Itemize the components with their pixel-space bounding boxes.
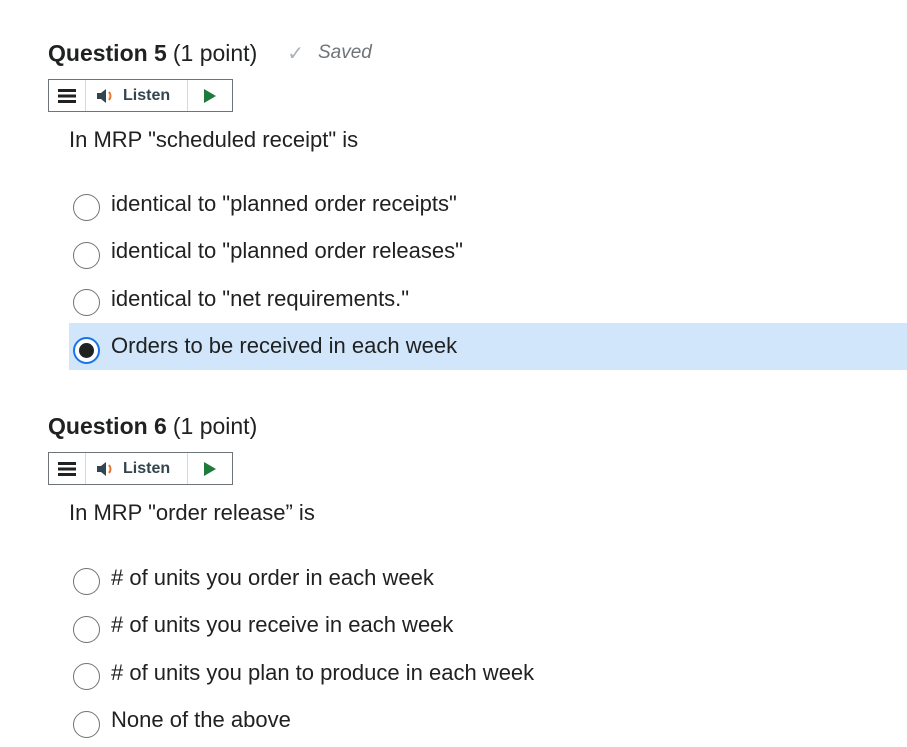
- answer-label: # of units you order in each week: [111, 564, 434, 590]
- answer-option-selected[interactable]: Orders to be received in each week: [69, 322, 907, 370]
- radio-button[interactable]: [73, 663, 100, 691]
- listen-label: Listen: [123, 86, 171, 104]
- play-button[interactable]: [188, 80, 232, 111]
- answer-options: identical to "planned order receipts" id…: [69, 180, 907, 370]
- answer-options: # of units you order in each week # of u…: [69, 554, 907, 744]
- speaker-icon: [97, 461, 112, 476]
- answer-option[interactable]: identical to "net requirements.": [69, 275, 907, 323]
- question-label: Question 5: [48, 39, 167, 66]
- question-points: (1 point): [172, 412, 258, 439]
- radio-button[interactable]: [73, 194, 100, 222]
- speaker-icon: [97, 88, 112, 103]
- answer-label: None of the above: [111, 707, 291, 733]
- answer-option[interactable]: # of units you order in each week: [69, 554, 907, 602]
- answer-label: # of units you plan to produce in each w…: [111, 659, 535, 685]
- hamburger-icon: [58, 461, 76, 476]
- listen-toolbar: Listen: [48, 79, 233, 112]
- saved-label: Saved: [318, 42, 372, 63]
- radio-button[interactable]: [73, 568, 100, 596]
- radio-button[interactable]: [73, 710, 100, 738]
- answer-option[interactable]: None of the above: [69, 697, 907, 745]
- question-header: Question 6 (1 point): [48, 410, 257, 442]
- answer-label: identical to "planned order receipts": [111, 190, 457, 216]
- question-text: In MRP "scheduled receipt" is: [69, 127, 359, 152]
- question-header: Question 5 (1 point) ✓ Saved: [48, 37, 372, 69]
- radio-dot: [79, 342, 94, 358]
- answer-option[interactable]: identical to "planned order receipts": [69, 180, 907, 228]
- radio-button[interactable]: [73, 241, 100, 269]
- listen-toolbar: Listen: [48, 452, 233, 485]
- radio-button[interactable]: [73, 615, 100, 643]
- play-icon: [204, 88, 216, 103]
- radio-button[interactable]: [73, 289, 100, 317]
- play-button[interactable]: [188, 453, 232, 484]
- listen-button[interactable]: Listen: [86, 80, 188, 111]
- question-text: In MRP "order release” is: [69, 500, 315, 525]
- checkmark-icon: ✓: [287, 42, 304, 65]
- answer-option[interactable]: identical to "planned order releases": [69, 228, 907, 276]
- menu-button[interactable]: [49, 80, 86, 111]
- answer-option[interactable]: # of units you plan to produce in each w…: [69, 649, 907, 697]
- saved-status: ✓ Saved: [287, 41, 372, 66]
- hamburger-icon: [58, 88, 76, 103]
- answer-label: # of units you receive in each week: [111, 612, 454, 638]
- answer-option[interactable]: # of units you receive in each week: [69, 602, 907, 650]
- answer-label: Orders to be received in each week: [111, 333, 458, 359]
- listen-button[interactable]: Listen: [86, 453, 188, 484]
- menu-button[interactable]: [49, 453, 86, 484]
- listen-label: Listen: [123, 459, 171, 477]
- radio-button-checked[interactable]: [73, 336, 100, 364]
- question-points: (1 point): [172, 39, 258, 66]
- answer-label: identical to "net requirements.": [111, 285, 410, 311]
- play-icon: [204, 461, 216, 476]
- question-label: Question 6: [48, 412, 167, 439]
- answer-label: identical to "planned order releases": [111, 238, 463, 264]
